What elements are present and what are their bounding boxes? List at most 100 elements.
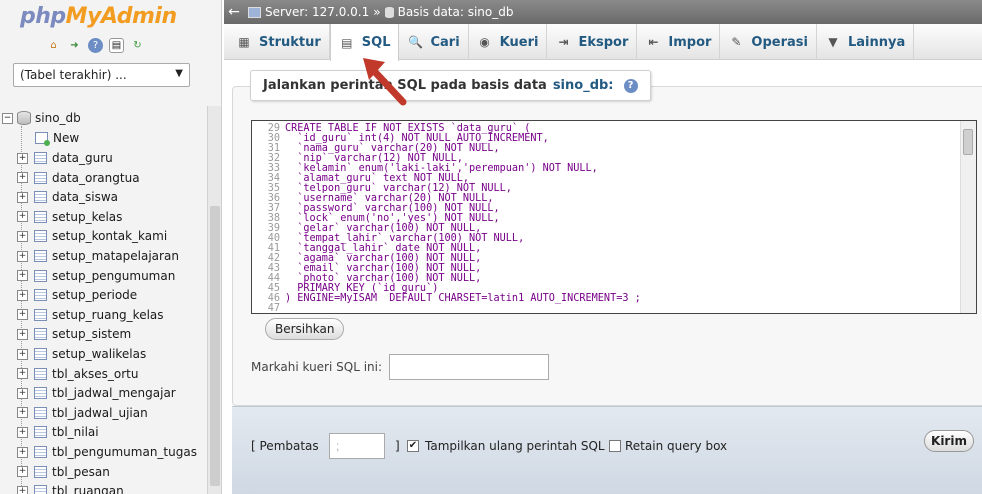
expand-icon[interactable]: + (17, 328, 28, 340)
editor-scrollbar[interactable] (960, 121, 976, 313)
tree-database-sino-db[interactable]: − sino_db (0, 109, 81, 127)
tab-label: SQL (361, 35, 391, 50)
expand-icon[interactable]: + (17, 368, 28, 380)
tree-item-table[interactable]: + tbl_pesan (17, 463, 110, 481)
sidebar-scroll-thumb[interactable] (210, 206, 220, 486)
expand-icon[interactable]: + (17, 309, 28, 321)
export-icon: ⇥ (558, 35, 569, 49)
expand-icon[interactable]: + (17, 270, 28, 282)
tree-item-table[interactable]: + tbl_akses_ortu (17, 365, 138, 383)
code-line[interactable] (285, 304, 641, 313)
tree-item-table[interactable]: + tbl_nilai (17, 423, 99, 441)
show-query-label[interactable]: Tampilkan ulang perintah SQL (425, 439, 605, 453)
table-name[interactable]: tbl_ruangan (52, 484, 124, 494)
table-name[interactable]: setup_kelas (52, 210, 122, 224)
tree-item-table[interactable]: + setup_sistem (17, 325, 131, 343)
table-name[interactable]: setup_sistem (52, 327, 131, 341)
clear-button[interactable]: Bersihkan (265, 318, 345, 340)
table-name[interactable]: data_orangtua (52, 171, 140, 185)
expand-icon[interactable]: + (17, 191, 28, 203)
docs-icon[interactable]: ▤ (109, 38, 124, 53)
help-icon[interactable]: ? (623, 78, 638, 93)
table-name[interactable]: tbl_jadwal_mengajar (52, 386, 176, 400)
tab-impor[interactable]: ⇤ Impor (637, 24, 721, 60)
table-name[interactable]: tbl_pesan (52, 465, 110, 479)
tab-kueri[interactable]: ◉ Kueri (469, 24, 548, 60)
table-name[interactable]: tbl_pengumuman_tugas (52, 445, 197, 459)
phpmyadmin-logo[interactable]: phpMyAdmin (20, 4, 177, 29)
new-label[interactable]: New (53, 131, 79, 145)
expand-icon[interactable]: + (17, 426, 28, 438)
tree-item-table[interactable]: + data_orangtua (17, 169, 140, 187)
expand-icon[interactable]: + (17, 446, 28, 458)
expand-icon[interactable]: + (17, 152, 28, 164)
logout-icon[interactable]: ➜ (67, 38, 82, 53)
editor-scroll-thumb[interactable] (963, 129, 973, 155)
sql-query-editor[interactable]: 29 30 31 32 33 34 35 36 37 38 39 40 41 42 43 44 45 46 47 C… (251, 120, 977, 314)
tree-item-table[interactable]: + setup_walikelas (17, 345, 146, 363)
tab-lainnya[interactable]: ▼ Lainnya (817, 24, 915, 60)
table-name[interactable]: data_siswa (52, 190, 118, 204)
sql-code[interactable]: CREATE TABLE IF NOT EXISTS `data_guru` (… (285, 123, 641, 313)
sql-icon: ▤ (341, 35, 353, 50)
expand-icon[interactable]: + (17, 230, 28, 242)
table-name[interactable]: setup_kontak_kami (52, 229, 167, 243)
help-icon[interactable]: ? (88, 38, 103, 53)
expand-icon[interactable]: + (17, 250, 28, 262)
table-name[interactable]: tbl_jadwal_ujian (52, 406, 148, 420)
tree-item-table[interactable]: + setup_periode (17, 286, 137, 304)
tab-operasi[interactable]: ✎ Operasi (720, 24, 817, 60)
tree-item-table[interactable]: + setup_pengumuman (17, 267, 175, 285)
table-name[interactable]: setup_matapelajaran (52, 249, 179, 263)
expand-icon[interactable]: + (17, 172, 28, 184)
tree-item-table[interactable]: + tbl_pengumuman_tugas (17, 443, 197, 461)
table-name[interactable]: data_guru (52, 151, 113, 165)
go-button[interactable]: Kirim (924, 430, 974, 452)
table-name[interactable]: tbl_nilai (52, 425, 99, 439)
reload-icon[interactable]: ↻ (130, 38, 145, 53)
breadcrumb-server[interactable]: Server: 127.0.0.1 (265, 5, 369, 19)
recent-tables-select[interactable]: (Tabel terakhir) ... ▼ (13, 63, 190, 87)
tree-item-table[interactable]: + data_guru (17, 149, 113, 167)
expand-icon[interactable]: + (17, 466, 28, 478)
tree-item-table[interactable]: + setup_matapelajaran (17, 247, 179, 265)
tree-item-table[interactable]: + setup_kontak_kami (17, 227, 167, 245)
show-query-checkbox[interactable]: ✔ (407, 440, 419, 452)
breadcrumb-database[interactable]: Basis data: sino_db (398, 5, 514, 19)
table-icon (34, 348, 47, 360)
database-name[interactable]: sino_db (35, 111, 81, 125)
delimiter-input[interactable] (329, 433, 385, 459)
home-icon[interactable]: ⌂ (46, 38, 61, 53)
table-name[interactable]: tbl_akses_ortu (52, 367, 138, 381)
expand-icon[interactable]: + (17, 348, 28, 360)
code-line[interactable]: ) ENGINE=MyISAM DEFAULT CHARSET=latin1 A… (285, 293, 641, 304)
bookmark-input[interactable] (389, 354, 549, 380)
table-name[interactable]: setup_walikelas (52, 347, 146, 361)
delimiter-bracket-close: ] (395, 439, 400, 453)
table-name[interactable]: setup_periode (52, 288, 137, 302)
tab-struktur[interactable]: ▦ Struktur (228, 24, 330, 60)
tree-item-table[interactable]: + tbl_ruangan (17, 482, 124, 494)
table-name[interactable]: setup_ruang_kelas (52, 308, 164, 322)
retain-query-label[interactable]: Retain query box (625, 439, 727, 453)
tree-item-table[interactable]: + data_siswa (17, 188, 118, 206)
retain-query-option[interactable]: Retain query box (609, 439, 727, 453)
tree-item-table[interactable]: + tbl_jadwal_ujian (17, 404, 148, 422)
show-query-option[interactable]: ✔ Tampilkan ulang perintah SQL (407, 439, 605, 453)
chevron-down-icon: ▼ (175, 68, 183, 79)
tree-item-table[interactable]: + tbl_jadwal_mengajar (17, 384, 176, 402)
tree-item-table[interactable]: + setup_ruang_kelas (17, 306, 164, 324)
expand-icon[interactable]: + (17, 485, 28, 494)
table-name[interactable]: setup_pengumuman (52, 269, 175, 283)
tab-ekspor[interactable]: ⇥ Ekspor (547, 24, 638, 60)
sidebar-scrollbar[interactable] (207, 106, 221, 494)
tree-item-table[interactable]: + setup_kelas (17, 208, 122, 226)
expand-icon[interactable]: + (17, 407, 28, 419)
expand-icon[interactable]: + (17, 211, 28, 223)
collapse-icon[interactable]: − (2, 112, 13, 124)
retain-query-checkbox[interactable] (609, 440, 621, 452)
expand-icon[interactable]: + (17, 387, 28, 399)
tree-item-new[interactable]: New (17, 129, 79, 147)
collapse-nav-icon[interactable]: ← (224, 4, 244, 20)
expand-icon[interactable]: + (17, 289, 28, 301)
